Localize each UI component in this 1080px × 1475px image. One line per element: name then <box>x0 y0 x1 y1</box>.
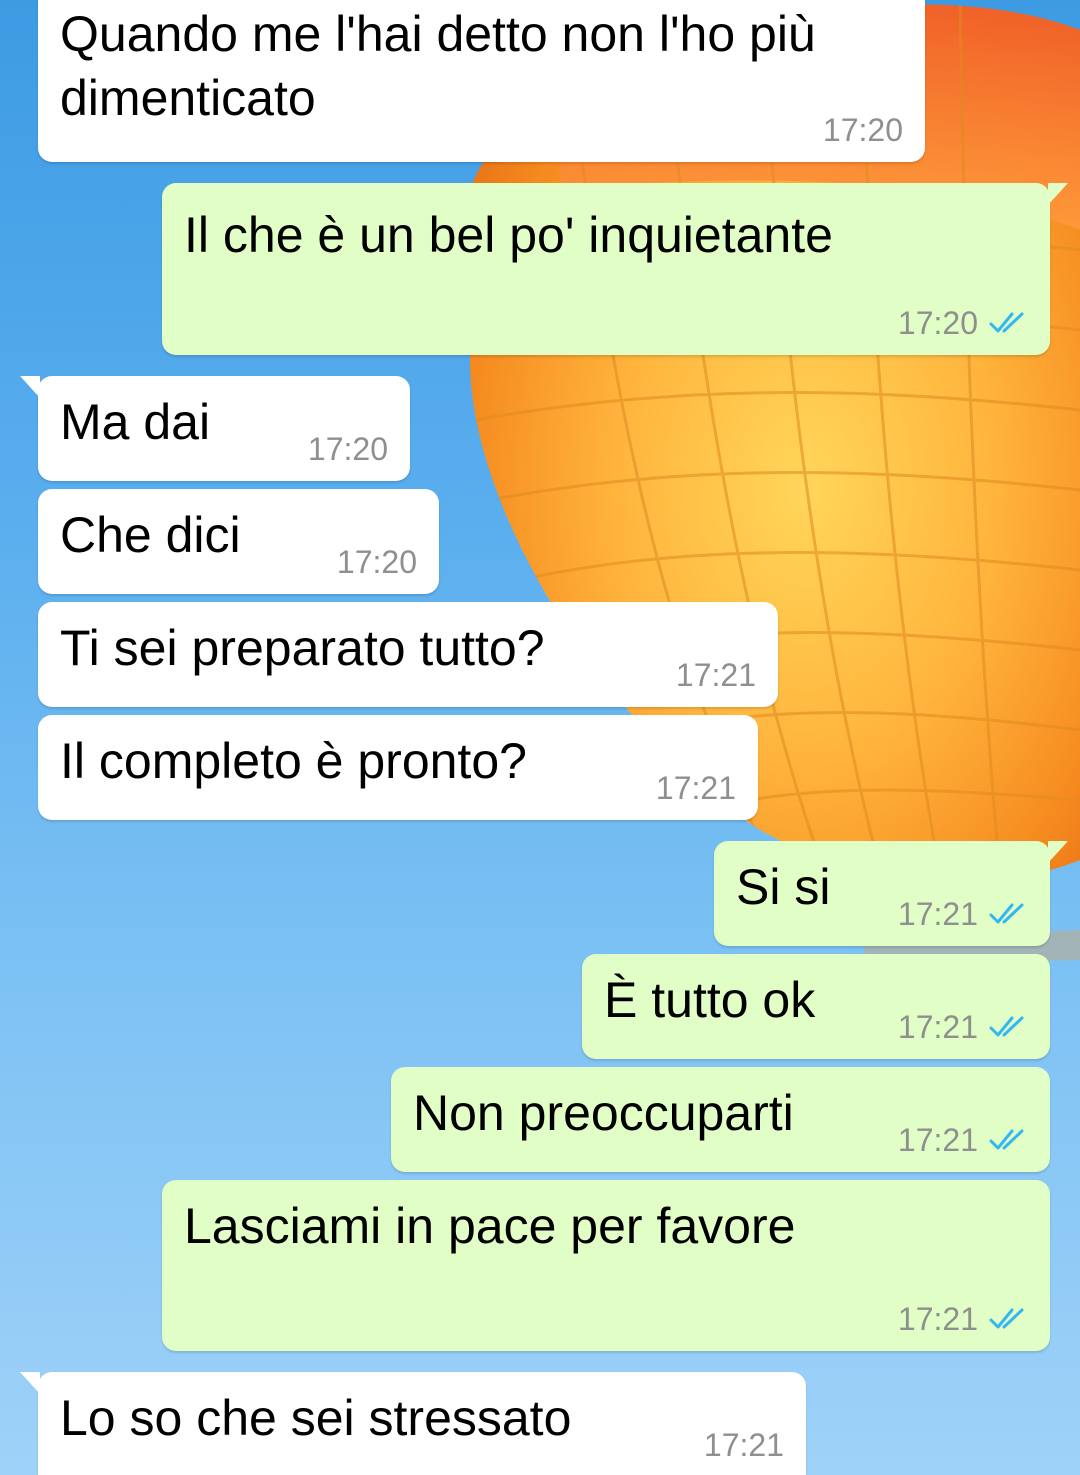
double-check-read-icon <box>989 1308 1024 1329</box>
message-timestamp: 17:20 <box>307 431 388 467</box>
double-check-read-icon <box>989 312 1024 333</box>
message-list[interactable]: Quando me l'hai detto non l'ho più dimen… <box>0 0 1080 1475</box>
message-text: Il completo è pronto? <box>60 733 527 789</box>
message-timestamp: 17:20 <box>897 305 978 341</box>
message-meta: 17:21 <box>898 894 1028 934</box>
message-meta: 17:21 <box>676 655 756 695</box>
message-meta: 17:21 <box>704 1425 784 1465</box>
message-bubble-incoming[interactable]: Ti sei preparato tutto? 17:21 <box>38 602 778 707</box>
message-meta: 17:20 <box>337 542 417 582</box>
bubble-tail <box>20 1372 40 1394</box>
message-bubble-incoming[interactable]: Che dici 17:20 <box>38 489 439 594</box>
message-meta: 17:20 <box>823 110 903 150</box>
bubble-tail <box>20 376 40 398</box>
message-timestamp: 17:21 <box>897 896 978 932</box>
message-timestamp: 17:21 <box>897 1009 978 1045</box>
message-meta: 17:21 <box>898 1007 1028 1047</box>
message-bubble-outgoing[interactable]: Il che è un bel po' inquietante 17:20 <box>162 183 1068 355</box>
message-bubble-outgoing[interactable]: È tutto ok 17:21 <box>582 954 1050 1059</box>
message-bubble-incoming[interactable]: Lo so che sei stressato 17:21 <box>20 1372 806 1475</box>
message-text: Il che è un bel po' inquietante <box>184 207 833 263</box>
message-meta: 17:21 <box>898 1299 1028 1339</box>
message-meta: 17:20 <box>308 429 388 469</box>
double-check-read-icon <box>989 903 1024 924</box>
message-text: Lasciami in pace per favore <box>184 1198 796 1254</box>
message-bubble-outgoing[interactable]: Lasciami in pace per favore 17:21 <box>162 1180 1050 1351</box>
message-timestamp: 17:21 <box>703 1427 784 1463</box>
double-check-read-icon <box>989 1129 1024 1150</box>
message-bubble-outgoing[interactable]: Non preoccuparti 17:21 <box>391 1067 1050 1172</box>
message-bubble-outgoing[interactable]: Si si 17:21 <box>714 841 1068 946</box>
message-timestamp: 17:21 <box>897 1301 978 1337</box>
bubble-tail <box>1048 841 1068 863</box>
message-bubble-incoming[interactable]: Ma dai 17:20 <box>20 376 410 481</box>
message-text: Quando me l'hai detto non l'ho più dimen… <box>60 6 816 126</box>
message-timestamp: 17:21 <box>655 770 736 806</box>
message-meta: 17:21 <box>656 768 736 808</box>
bubble-tail <box>1048 183 1068 205</box>
message-timestamp: 17:20 <box>336 544 417 580</box>
message-timestamp: 17:21 <box>897 1122 978 1158</box>
message-timestamp: 17:21 <box>675 657 756 693</box>
message-meta: 17:21 <box>898 1120 1028 1160</box>
message-text: Ti sei preparato tutto? <box>60 620 545 676</box>
message-bubble-incoming[interactable]: Quando me l'hai detto non l'ho più dimen… <box>38 0 925 162</box>
message-bubble-incoming[interactable]: Il completo è pronto? 17:21 <box>38 715 758 820</box>
message-text: Lo so che sei stressato <box>60 1390 572 1446</box>
double-check-read-icon <box>989 1016 1024 1037</box>
message-meta: 17:20 <box>898 303 1028 343</box>
message-timestamp: 17:20 <box>822 112 903 148</box>
